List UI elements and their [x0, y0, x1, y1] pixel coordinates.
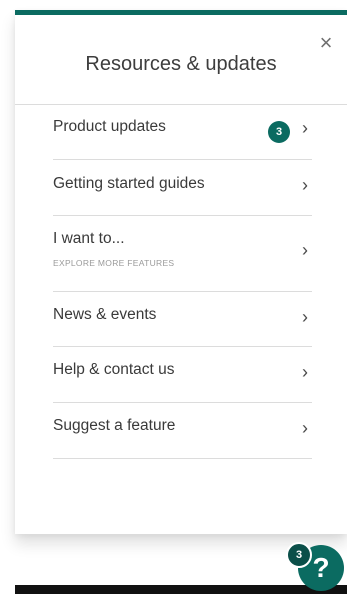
resources-panel: × Resources & updates Product updates 3 …	[15, 10, 347, 534]
chevron-right-icon: ›	[302, 175, 308, 195]
bottom-bar	[15, 585, 347, 594]
chevron-right-icon: ›	[302, 240, 308, 260]
chevron-right-icon: ›	[302, 118, 308, 138]
menu-item-product-updates[interactable]: Product updates 3 ›	[53, 105, 312, 160]
menu-item-label: News & events	[53, 306, 157, 323]
chevron-right-icon: ›	[302, 418, 308, 438]
menu-item-i-want-to[interactable]: I want to... EXPLORE MORE FEATURES ›	[53, 216, 312, 292]
help-notification-badge: 3	[286, 542, 312, 568]
question-mark-icon: ?	[312, 552, 330, 583]
menu-item-label: Getting started guides	[53, 175, 205, 192]
menu-item-sublabel: EXPLORE MORE FEATURES	[53, 258, 175, 268]
menu-item-label: Help & contact us	[53, 361, 175, 378]
menu-item-label: Product updates	[53, 118, 166, 135]
menu-item-label: Suggest a feature	[53, 417, 176, 434]
updates-count-badge: 3	[268, 121, 290, 143]
menu-item-news-events[interactable]: News & events ›	[53, 292, 312, 347]
chevron-right-icon: ›	[302, 362, 308, 382]
panel-title: Resources & updates	[85, 53, 277, 75]
menu-item-help-contact[interactable]: Help & contact us ›	[53, 347, 312, 403]
page: × Resources & updates Product updates 3 …	[0, 0, 347, 594]
menu-item-suggest-feature[interactable]: Suggest a feature ›	[53, 403, 312, 459]
menu-item-getting-started-guides[interactable]: Getting started guides ›	[53, 160, 312, 216]
panel-accent-bar	[15, 10, 347, 15]
menu-item-label: I want to...	[53, 230, 125, 247]
chevron-right-icon: ›	[302, 307, 308, 327]
close-icon[interactable]: ×	[315, 32, 337, 54]
